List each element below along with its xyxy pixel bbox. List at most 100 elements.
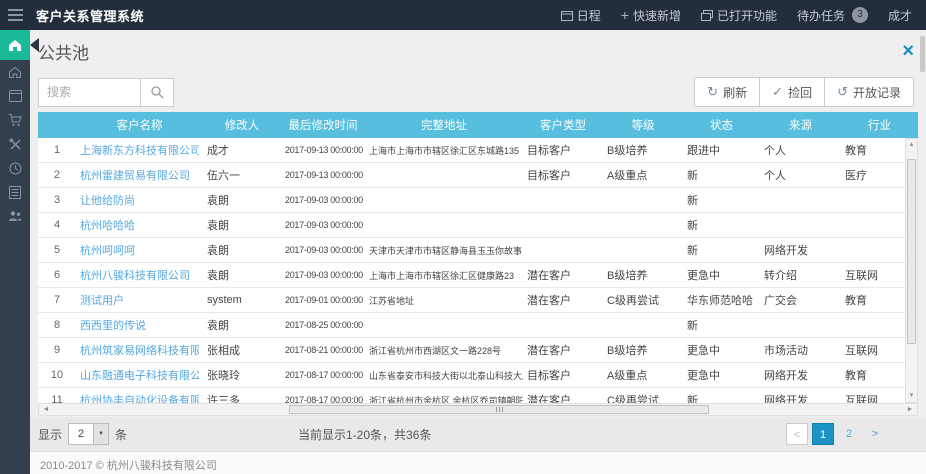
address-cell: 天津市天津市市辖区静海县玉玉你故事 bbox=[365, 244, 523, 257]
todo-count-badge: 3 bbox=[852, 7, 868, 23]
col-header-address[interactable]: 完整地址 bbox=[365, 117, 523, 133]
table-row[interactable]: 3 让他给防尚 袁朗 2017-09-03 00:00:00 新 bbox=[38, 188, 918, 213]
sidebar-item-reports[interactable] bbox=[0, 156, 30, 180]
modifier-cell: 许三多 bbox=[203, 392, 281, 403]
modified-time-cell: 2017-08-17 00:00:00 bbox=[281, 370, 365, 380]
modified-time-cell: 2017-09-13 00:00:00 bbox=[281, 170, 365, 180]
table-row[interactable]: 9 杭州筑家易网络科技有限公司 张相成 2017-08-21 00:00:00 … bbox=[38, 338, 918, 363]
open-records-label: 开放记录 bbox=[853, 84, 901, 101]
col-header-customer-type[interactable]: 客户类型 bbox=[523, 117, 603, 133]
table-body: 1 上海新东方科技有限公司 成才 2017-09-13 00:00:00 上海市… bbox=[38, 138, 918, 403]
level-cell: C级再尝试 bbox=[603, 392, 683, 403]
scroll-left-icon[interactable]: ◄ bbox=[39, 404, 53, 415]
status-cell: 新 bbox=[683, 392, 760, 403]
customer-name-link[interactable]: 杭州八骏科技有限公司 bbox=[80, 267, 199, 283]
customer-name-link[interactable]: 西西里的传说 bbox=[80, 317, 199, 333]
status-cell: 新 bbox=[683, 317, 760, 333]
plus-icon: + bbox=[621, 10, 629, 20]
prev-page-button[interactable]: < bbox=[786, 423, 808, 445]
source-cell: 网络开发 bbox=[760, 392, 841, 403]
table-row[interactable]: 6 杭州八骏科技有限公司 袁朗 2017-09-03 00:00:00 上海市上… bbox=[38, 263, 918, 288]
table-row[interactable]: 4 杭州哈哈哈 袁朗 2017-09-03 00:00:00 新 bbox=[38, 213, 918, 238]
customer-name-link[interactable]: 测试用户 bbox=[80, 292, 199, 308]
sidebar-item-home-active[interactable] bbox=[0, 30, 30, 60]
table-row[interactable]: 5 杭州呵呵呵 袁朗 2017-09-03 00:00:00 天津市天津市市辖区… bbox=[38, 238, 918, 263]
customer-name-link[interactable]: 杭州哈哈哈 bbox=[80, 217, 199, 233]
refresh-button[interactable]: ↻ 刷新 bbox=[694, 77, 760, 107]
sidebar-item-orders[interactable] bbox=[0, 108, 30, 132]
customer-name-link[interactable]: 杭州协丰自动化设备有限公司 bbox=[80, 392, 199, 403]
modifier-cell: 袁朗 bbox=[203, 192, 281, 208]
scroll-up-icon[interactable]: ▴ bbox=[906, 139, 917, 151]
opened-features-button[interactable]: 已打开功能 bbox=[701, 7, 777, 24]
table-row[interactable]: 2 杭州雷建贸易有限公司 伍六一 2017-09-13 00:00:00 目标客… bbox=[38, 163, 918, 188]
open-records-button[interactable]: ↺ 开放记录 bbox=[825, 77, 914, 107]
pagination-summary: 当前显示1-20条，共36条 bbox=[298, 426, 431, 443]
vertical-scroll-thumb[interactable] bbox=[907, 159, 916, 344]
todo-tasks-button[interactable]: 待办任务 3 bbox=[797, 7, 868, 24]
table-row[interactable]: 8 西西里的传说 袁朗 2017-08-25 00:00:00 新 bbox=[38, 313, 918, 338]
col-header-level[interactable]: 等级 bbox=[603, 117, 683, 133]
page-scrollbar-thumb[interactable] bbox=[920, 36, 925, 72]
table-row[interactable]: 1 上海新东方科技有限公司 成才 2017-09-13 00:00:00 上海市… bbox=[38, 138, 918, 163]
customer-name-link[interactable]: 杭州呵呵呵 bbox=[80, 242, 199, 258]
refresh-label: 刷新 bbox=[723, 84, 747, 101]
next-page-button[interactable]: > bbox=[864, 423, 886, 445]
schedule-button[interactable]: 日程 bbox=[561, 7, 601, 24]
col-header-modifier[interactable]: 修改人 bbox=[203, 117, 281, 133]
sidebar-item-tools[interactable] bbox=[0, 132, 30, 156]
user-menu[interactable]: 成才 bbox=[888, 7, 912, 24]
table-row[interactable]: 10 山东融通电子科技有限公司 张晓玲 2017-08-17 00:00:00 … bbox=[38, 363, 918, 388]
clock-icon bbox=[9, 162, 22, 175]
status-cell: 新 bbox=[683, 217, 760, 233]
status-cell: 更急中 bbox=[683, 342, 760, 358]
unit-label: 条 bbox=[115, 426, 127, 443]
sidebar bbox=[0, 30, 30, 474]
col-header-industry[interactable]: 行业 bbox=[841, 117, 918, 133]
page-2-button[interactable]: 2 bbox=[838, 423, 860, 445]
col-header-status[interactable]: 状态 bbox=[683, 117, 760, 133]
source-cell: 广交会 bbox=[760, 292, 841, 308]
quick-add-button[interactable]: + 快速新增 bbox=[621, 7, 681, 24]
horizontal-scrollbar[interactable]: ◄ ► bbox=[38, 403, 918, 416]
source-cell: 网络开发 bbox=[760, 242, 841, 258]
customer-name-link[interactable]: 让他给防尚 bbox=[80, 192, 199, 208]
active-menu-arrow-icon bbox=[30, 38, 39, 52]
customer-type-cell: 潜在客户 bbox=[523, 392, 603, 403]
table-header-row: 客户名称 修改人 最后修改时间 完整地址 客户类型 等级 状态 来源 行业 bbox=[38, 112, 918, 138]
search-button[interactable] bbox=[140, 78, 174, 107]
scroll-right-icon[interactable]: ► bbox=[903, 404, 917, 415]
col-header-source[interactable]: 来源 bbox=[760, 117, 841, 133]
search-group bbox=[38, 78, 174, 107]
page-size-select[interactable]: 2 ▼ bbox=[68, 423, 109, 445]
list-icon bbox=[9, 186, 21, 199]
table-row[interactable]: 11 杭州协丰自动化设备有限公司 许三多 2017-08-17 00:00:00… bbox=[38, 388, 918, 403]
top-navbar: 客户关系管理系统 日程 + 快速新增 已打开功能 待办任务 3 成才 bbox=[0, 0, 926, 30]
customer-name-link[interactable]: 杭州雷建贸易有限公司 bbox=[80, 167, 199, 183]
menu-toggle-icon[interactable] bbox=[0, 0, 30, 30]
sidebar-item-workbench[interactable] bbox=[0, 84, 30, 108]
horizontal-scroll-thumb[interactable] bbox=[289, 405, 709, 414]
level-cell: B级培养 bbox=[603, 142, 683, 158]
sidebar-item-customers[interactable] bbox=[0, 204, 30, 228]
col-header-customer-name[interactable]: 客户名称 bbox=[76, 117, 203, 133]
table-row[interactable]: 7 测试用户 system 2017-09-01 00:00:00 江苏省地址 … bbox=[38, 288, 918, 313]
reclaim-button[interactable]: ✓ 捡回 bbox=[760, 77, 825, 107]
pagination-bar: 显示 2 ▼ 条 当前显示1-20条，共36条 < 1 2 > bbox=[30, 417, 926, 451]
sidebar-item-documents[interactable] bbox=[0, 180, 30, 204]
scroll-down-icon[interactable]: ▾ bbox=[906, 390, 917, 402]
level-cell: A级重点 bbox=[603, 167, 683, 183]
customer-name-link[interactable]: 山东融通电子科技有限公司 bbox=[80, 367, 199, 383]
col-header-modified-time[interactable]: 最后修改时间 bbox=[281, 117, 365, 133]
vertical-scrollbar[interactable]: ▴ ▾ bbox=[905, 138, 918, 403]
copyright-text: 2010-2017 © 杭州八骏科技有限公司 bbox=[30, 451, 926, 474]
close-icon[interactable]: × bbox=[902, 42, 914, 60]
customer-name-link[interactable]: 杭州筑家易网络科技有限公司 bbox=[80, 342, 199, 358]
customer-type-cell: 潜在客户 bbox=[523, 267, 603, 283]
page-1-button[interactable]: 1 bbox=[812, 423, 834, 445]
row-index: 5 bbox=[38, 244, 76, 256]
search-input[interactable] bbox=[38, 78, 140, 107]
row-index: 7 bbox=[38, 294, 76, 306]
customer-name-link[interactable]: 上海新东方科技有限公司 bbox=[80, 142, 199, 158]
sidebar-item-home[interactable] bbox=[0, 60, 30, 84]
